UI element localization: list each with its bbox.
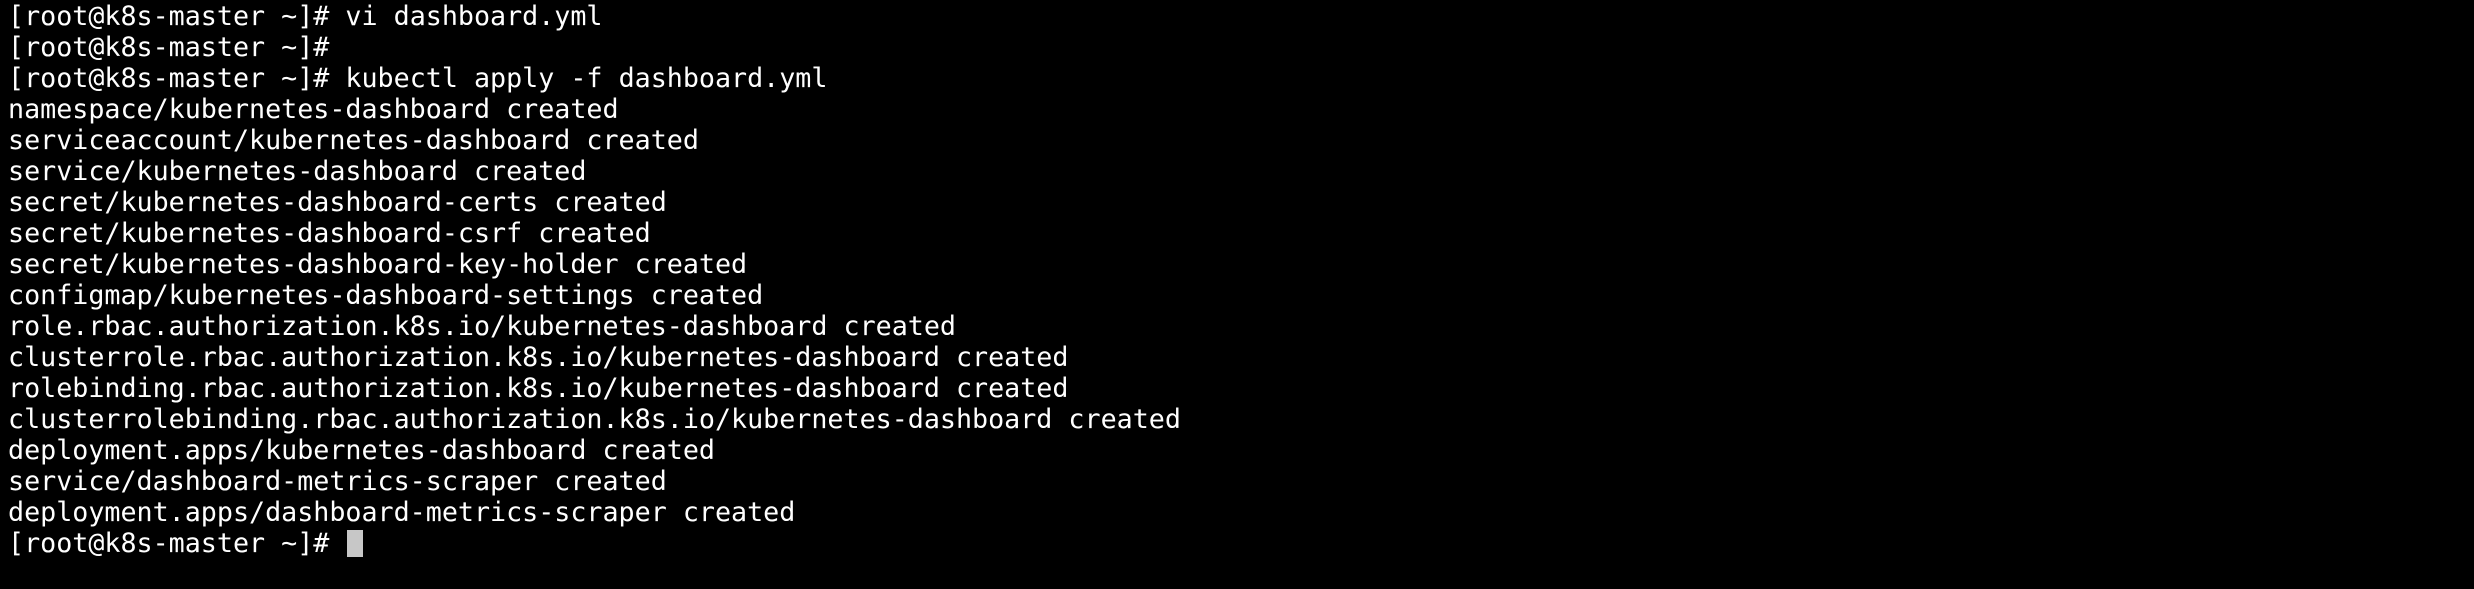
output-line: clusterrole.rbac.authorization.k8s.io/ku… (8, 342, 1069, 373)
command-text: kubectl apply -f dashboard.yml (345, 63, 828, 94)
command-line: [root@k8s-master ~]# vi dashboard.yml (8, 1, 2474, 32)
command-line: [root@k8s-master ~]# kubectl apply -f da… (8, 63, 2474, 94)
output-line: deployment.apps/dashboard-metrics-scrape… (8, 497, 796, 528)
current-command-line[interactable]: [root@k8s-master ~]# (8, 528, 2474, 559)
terminal-window[interactable]: [root@k8s-master ~]# vi dashboard.yml [r… (0, 0, 2474, 589)
output-line: rolebinding.rbac.authorization.k8s.io/ku… (8, 373, 1069, 404)
shell-prompt: [root@k8s-master ~]# (8, 528, 346, 559)
output-line: role.rbac.authorization.k8s.io/kubernete… (8, 311, 956, 342)
output-line: clusterrolebinding.rbac.authorization.k8… (8, 404, 1181, 435)
output-line: secret/kubernetes-dashboard-csrf created (8, 218, 651, 249)
output-line: namespace/kubernetes-dashboard created (8, 94, 619, 125)
output-line: deployment.apps/kubernetes-dashboard cre… (8, 435, 715, 466)
output-line: serviceaccount/kubernetes-dashboard crea… (8, 125, 699, 156)
shell-prompt: [root@k8s-master ~]# (8, 32, 346, 63)
command-line: [root@k8s-master ~]# (8, 32, 2474, 63)
output-line: configmap/kubernetes-dashboard-settings … (8, 280, 764, 311)
output-line: secret/kubernetes-dashboard-certs create… (8, 187, 667, 218)
output-line: service/kubernetes-dashboard created (8, 156, 587, 187)
output-line: service/dashboard-metrics-scraper create… (8, 466, 667, 497)
output-line: secret/kubernetes-dashboard-key-holder c… (8, 249, 748, 280)
shell-prompt: [root@k8s-master ~]# (8, 1, 346, 32)
text-cursor (347, 530, 364, 557)
command-text: vi dashboard.yml (345, 1, 603, 32)
shell-prompt: [root@k8s-master ~]# (8, 63, 346, 94)
